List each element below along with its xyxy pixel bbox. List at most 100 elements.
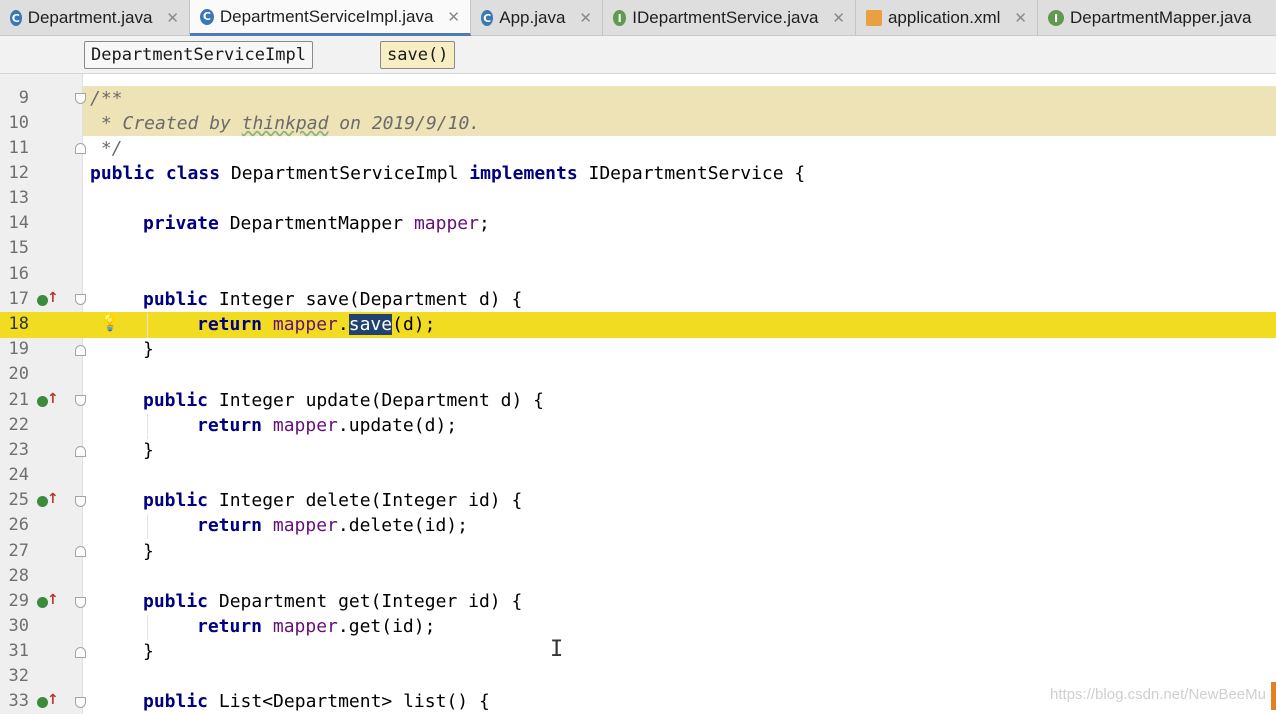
line-number: 26 — [8, 515, 29, 535]
code-line-26[interactable]: 26 return mapper.delete(id); — [0, 513, 1276, 538]
close-icon[interactable]: ✕ — [166, 9, 179, 27]
breadcrumb-class[interactable]: DepartmentServiceImpl — [84, 41, 313, 69]
close-icon[interactable]: ✕ — [579, 9, 592, 27]
code-text: */ — [90, 138, 123, 159]
intention-bulb-icon[interactable]: 💡 — [100, 313, 120, 332]
code-line-12[interactable]: 12 public class DepartmentServiceImpl im… — [0, 161, 1276, 186]
keyword: private — [143, 213, 219, 234]
fold-marker-icon[interactable] — [75, 345, 86, 356]
code-text: } — [143, 641, 154, 662]
tab-label: application.xml — [887, 8, 1001, 27]
breadcrumb: DepartmentServiceImpl save() — [0, 36, 1276, 74]
line-number: 19 — [8, 339, 29, 359]
line-number: 25 — [8, 490, 29, 510]
code-line-25[interactable]: 25 public Integer delete(Integer id) { — [0, 488, 1276, 513]
fold-marker-icon[interactable] — [75, 395, 86, 406]
comment-text: on 2019/9/10. — [328, 113, 481, 134]
keyword: public — [143, 591, 209, 612]
line-number: 16 — [8, 264, 29, 284]
fold-marker-icon[interactable] — [75, 597, 86, 608]
tab-idepartmentservice-java[interactable]: I IDepartmentService.java ✕ — [603, 0, 856, 36]
identifier: DepartmentMapper — [218, 213, 414, 234]
line-number: 20 — [8, 364, 29, 384]
code-line-23[interactable]: 23 } — [0, 438, 1276, 463]
code-line-19[interactable]: 19 } — [0, 337, 1276, 362]
code-text: * Created by thinkpad on 2019/9/10. — [90, 111, 480, 136]
tab-departmentserviceimpl-java[interactable]: C DepartmentServiceImpl.java ✕ — [190, 0, 471, 36]
code-text: public Integer save(Department d) { — [143, 287, 522, 312]
identifier: DepartmentServiceImpl — [220, 163, 470, 184]
implements-method-icon[interactable]: ↑ — [37, 491, 59, 509]
scrollbar-marker[interactable] — [1271, 682, 1276, 710]
line-number: 10 — [8, 113, 29, 133]
identifier: List<Department> list() { — [208, 691, 490, 712]
line-number: 17 — [8, 289, 29, 309]
code-line-30[interactable]: 30 return mapper.get(id); — [0, 614, 1276, 639]
code-line-9[interactable]: 9 /** — [0, 86, 1276, 111]
keyword: implements — [469, 163, 578, 184]
fold-marker-icon[interactable] — [75, 496, 86, 507]
code-line-21[interactable]: 21 public Integer update(Department d) { — [0, 388, 1276, 413]
fold-marker-icon[interactable] — [75, 446, 86, 457]
field-name: mapper — [413, 213, 479, 234]
breadcrumb-method[interactable]: save() — [380, 41, 456, 69]
field-name: mapper — [272, 515, 338, 536]
fold-marker-icon[interactable] — [75, 647, 86, 658]
identifier: .get(id); — [337, 616, 436, 637]
interface-icon: I — [613, 10, 627, 26]
code-line-28[interactable]: 28 — [0, 564, 1276, 589]
tab-departmentmapper-java[interactable]: I DepartmentMapper.java — [1038, 0, 1276, 36]
close-icon[interactable]: ✕ — [1014, 9, 1027, 27]
code-line-13[interactable]: 13 — [0, 186, 1276, 211]
line-number: 23 — [8, 440, 29, 460]
keyword: return — [197, 515, 263, 536]
keyword: return — [197, 314, 263, 335]
code-line-27[interactable]: 27 } — [0, 539, 1276, 564]
class-icon: C — [10, 10, 22, 26]
implements-method-icon[interactable]: ↑ — [37, 592, 59, 610]
identifier: .update(d); — [337, 415, 458, 436]
code-line-17[interactable]: 17 public Integer save(Department d) { — [0, 287, 1276, 312]
code-line-29[interactable]: 29 public Department get(Integer id) { — [0, 589, 1276, 614]
code-line-15[interactable]: 15 — [0, 236, 1276, 261]
line-number: 31 — [8, 641, 29, 661]
line-number: 32 — [8, 666, 29, 686]
line-number: 22 — [8, 415, 29, 435]
tab-label: App.java — [499, 8, 566, 27]
keyword: public — [143, 691, 209, 712]
tab-application-xml[interactable]: application.xml ✕ — [856, 0, 1038, 36]
selected-text[interactable]: save — [348, 314, 393, 335]
code-line-14[interactable]: 14 private DepartmentMapper mapper; — [0, 211, 1276, 236]
fold-marker-icon[interactable] — [75, 294, 86, 305]
code-text: } — [143, 541, 154, 562]
line-number: 30 — [8, 616, 29, 636]
code-line-20[interactable]: 20 — [0, 362, 1276, 387]
tab-department-java[interactable]: C Department.java ✕ — [0, 0, 190, 36]
line-number: 33 — [8, 691, 29, 711]
fold-marker-icon[interactable] — [75, 546, 86, 557]
code-line-22[interactable]: 22 return mapper.update(d); — [0, 413, 1276, 438]
implements-method-icon[interactable]: ↑ — [37, 692, 59, 710]
fold-marker-icon[interactable] — [75, 697, 86, 708]
line-number: 21 — [8, 390, 29, 410]
code-line-31[interactable]: 31 } — [0, 639, 1276, 664]
line-number: 28 — [8, 566, 29, 586]
code-line-18[interactable]: 18 return mapper.save(d); — [0, 312, 1276, 337]
fold-marker-icon[interactable] — [75, 143, 86, 154]
identifier: Department get(Integer id) { — [208, 591, 523, 612]
code-line-11[interactable]: 11 */ — [0, 136, 1276, 161]
punctuation: . — [337, 314, 349, 335]
class-icon: C — [200, 8, 214, 25]
implements-method-icon[interactable]: ↑ — [37, 391, 59, 409]
code-line-16[interactable]: 16 — [0, 262, 1276, 287]
editor-tab-bar: C Department.java ✕ C DepartmentServiceI… — [0, 0, 1276, 36]
close-icon[interactable]: ✕ — [447, 8, 460, 26]
code-line-24[interactable]: 24 — [0, 463, 1276, 488]
code-line-10[interactable]: 10 * Created by thinkpad on 2019/9/10. — [0, 111, 1276, 136]
comment-text: * Created by — [90, 113, 242, 134]
implements-method-icon[interactable]: ↑ — [37, 290, 59, 308]
watermark: https://blog.csdn.net/NewBeeMu — [1050, 686, 1266, 703]
tab-app-java[interactable]: C App.java ✕ — [471, 0, 603, 36]
close-icon[interactable]: ✕ — [832, 9, 845, 27]
fold-marker-icon[interactable] — [75, 93, 86, 104]
